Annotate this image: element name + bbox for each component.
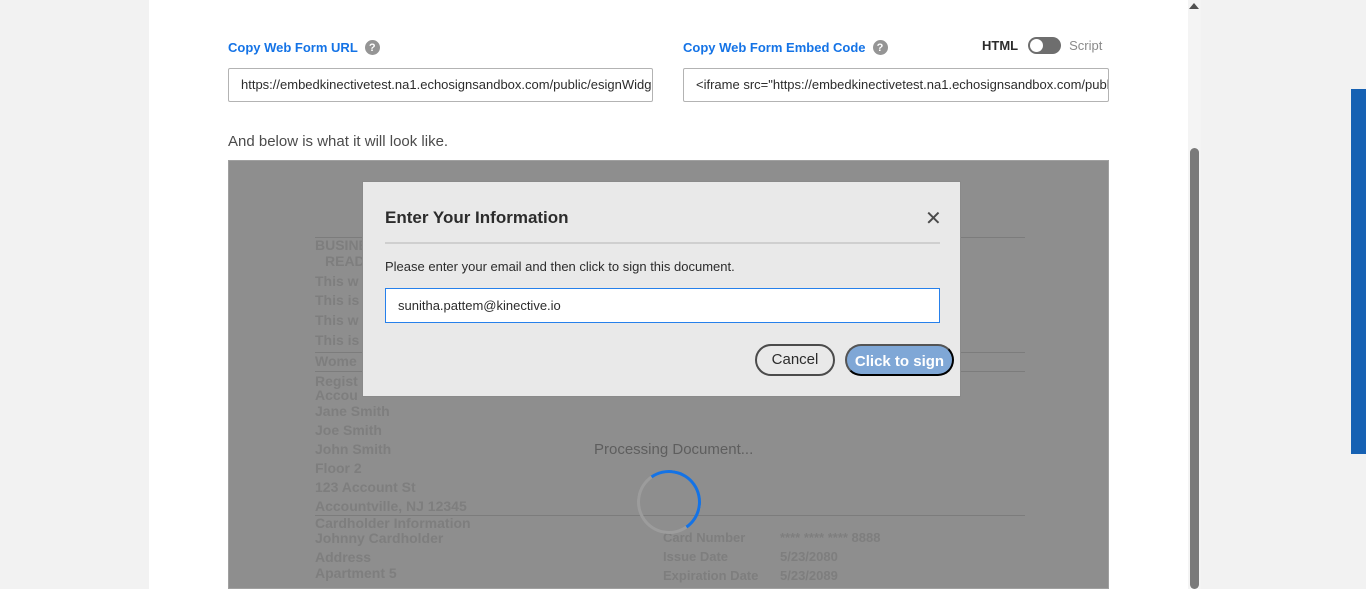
doc-line: 123 Account St	[315, 479, 416, 495]
doc-line: Johnny Cardholder	[315, 530, 444, 546]
dialog-title: Enter Your Information	[385, 208, 569, 227]
scroll-up-icon[interactable]	[1189, 3, 1199, 9]
processing-text: Processing Document...	[594, 441, 754, 458]
doc-line: Jane Smith	[315, 403, 390, 419]
doc-line: John Smith	[315, 441, 392, 457]
doc-line: Issue Date	[663, 549, 729, 564]
help-icon[interactable]: ?	[872, 40, 888, 55]
doc-line: This is	[315, 292, 360, 308]
doc-line: Expiration Date	[663, 568, 759, 583]
embed-code-label: Copy Web Form Embed Code ?	[683, 40, 888, 55]
web-form-url-field[interactable]: https://embedkinectivetest.na1.echosigns…	[228, 68, 653, 102]
doc-line: BUSINE	[315, 237, 368, 253]
switch-knob	[1030, 39, 1044, 52]
toggle-html-label: HTML	[982, 38, 1019, 53]
doc-line: 5/23/2080	[780, 549, 838, 564]
email-field[interactable]: sunitha.pattem@kinective.io	[385, 288, 940, 323]
preview-caption: And below is what it will look like.	[228, 133, 449, 150]
doc-line: Accountville, NJ 12345	[315, 498, 467, 514]
doc-line: Floor 2	[315, 460, 362, 476]
cancel-button[interactable]: Cancel	[755, 344, 835, 376]
doc-line: Joe Smith	[315, 422, 382, 438]
doc-line: Cardholder Information	[315, 515, 471, 531]
doc-line: Accou	[315, 387, 358, 403]
doc-line: **** **** **** 8888	[780, 530, 881, 545]
doc-line: This w	[315, 273, 359, 289]
html-script-switch[interactable]	[1028, 37, 1062, 54]
doc-line: Apartment 5	[315, 565, 397, 581]
doc-line: This w	[315, 312, 359, 328]
side-accent-bar	[1351, 89, 1366, 454]
embed-code-label-text: Copy Web Form Embed Code	[683, 40, 866, 55]
toggle-script-label: Script	[1069, 38, 1103, 53]
doc-line: READ	[325, 253, 365, 269]
dialog-description: Please enter your email and then click t…	[385, 259, 735, 274]
web-form-url-label: Copy Web Form URL ?	[228, 40, 380, 55]
embed-format-toggle: HTML Script	[982, 37, 1102, 54]
dialog-divider	[385, 242, 940, 244]
embed-code-field[interactable]: <iframe src="https://embedkinectivetest.…	[683, 68, 1109, 102]
scrollbar-thumb[interactable]	[1190, 148, 1199, 589]
doc-line: Address	[315, 549, 372, 565]
loading-spinner-icon	[631, 464, 707, 540]
enter-information-dialog: Enter Your Information ✕ Please enter yo…	[362, 181, 961, 397]
web-form-url-label-text: Copy Web Form URL	[228, 40, 358, 55]
help-icon[interactable]: ?	[364, 40, 380, 55]
close-icon[interactable]: ✕	[925, 206, 942, 231]
doc-line: Wome	[315, 353, 357, 369]
form-preview: BUSINE READ This w This is This w This i…	[228, 160, 1109, 589]
doc-line: 5/23/2089	[780, 568, 838, 583]
click-to-sign-button[interactable]: Click to sign	[845, 344, 954, 376]
doc-line: This is	[315, 332, 360, 348]
